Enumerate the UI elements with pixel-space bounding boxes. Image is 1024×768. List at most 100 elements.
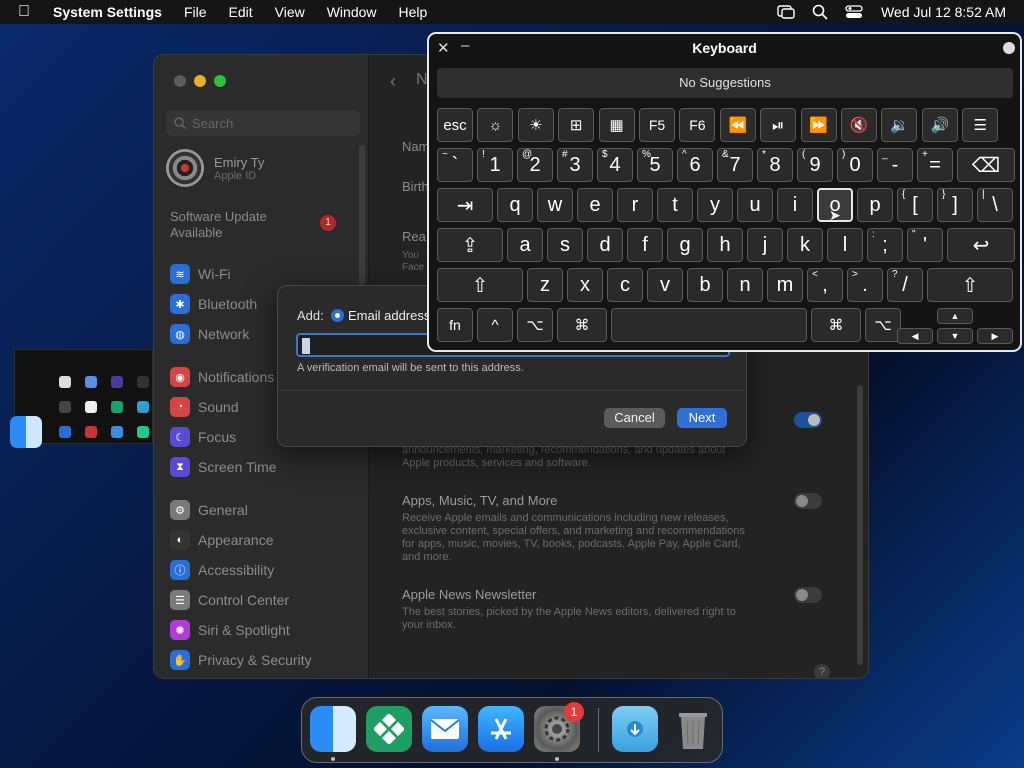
cancel-button[interactable]: Cancel bbox=[604, 408, 665, 428]
software-update-available[interactable]: Software Update Available bbox=[170, 209, 320, 241]
sidebar-item-wi-fi[interactable]: ≋ Wi-Fi bbox=[170, 262, 231, 286]
key-k67[interactable]: fn bbox=[437, 308, 473, 342]
key-k38[interactable]: p bbox=[857, 188, 893, 222]
sidebar-item-focus[interactable]: ☾ Focus bbox=[170, 425, 236, 449]
key-k10[interactable]: 🔇 bbox=[841, 108, 877, 142]
sidebar-search-input[interactable]: Search bbox=[166, 110, 360, 136]
key-k61[interactable]: n bbox=[727, 268, 763, 302]
menu-view[interactable]: View bbox=[264, 4, 316, 20]
key-k64[interactable]: >. bbox=[847, 268, 883, 302]
content-scrollbar[interactable] bbox=[857, 385, 863, 665]
zoom-window-button[interactable] bbox=[214, 75, 226, 87]
sidebar-item-accessibility[interactable]: ⓘ Accessibility bbox=[170, 558, 274, 582]
key-k2[interactable]: ☀ bbox=[517, 108, 554, 142]
key-k69[interactable]: ⌥ bbox=[517, 308, 553, 342]
app-menu[interactable]: System Settings bbox=[42, 4, 173, 20]
key-k71[interactable]: ⌘ bbox=[811, 308, 861, 342]
key-k68[interactable]: ^ bbox=[477, 308, 513, 342]
key-k3[interactable]: ⊞ bbox=[558, 108, 595, 142]
key-k5[interactable]: F5 bbox=[639, 108, 675, 142]
key-k56[interactable]: z bbox=[527, 268, 563, 302]
key-k45[interactable]: d bbox=[587, 228, 623, 262]
key-k16[interactable]: @2 bbox=[517, 148, 553, 182]
sidebar-item-siri-spotlight[interactable]: ✺ Siri & Spotlight bbox=[170, 618, 290, 642]
key-k53[interactable]: " ' bbox=[907, 228, 943, 262]
menubar-clock[interactable]: Wed Jul 12 8:52 AM bbox=[871, 4, 1024, 20]
close-window-button[interactable] bbox=[174, 75, 186, 87]
sidebar-item-screen-time[interactable]: ⧗ Screen Time bbox=[170, 455, 277, 479]
trash-dock-icon[interactable] bbox=[670, 706, 716, 752]
key-k22[interactable]: * 8 bbox=[757, 148, 793, 182]
key-k19[interactable]: % 5 bbox=[637, 148, 673, 182]
sidebar-item-bluetooth[interactable]: ✱ Bluetooth bbox=[170, 292, 257, 316]
key-k25[interactable]: _ - bbox=[877, 148, 913, 182]
key-k57[interactable]: x bbox=[567, 268, 603, 302]
key-k30[interactable]: w bbox=[537, 188, 573, 222]
key-k46[interactable]: f bbox=[627, 228, 663, 262]
spotlight-search-icon[interactable] bbox=[809, 4, 831, 20]
arrow-left-key[interactable]: ◀ bbox=[897, 328, 933, 344]
key-k66[interactable]: ⇧ bbox=[927, 268, 1013, 302]
key-k35[interactable]: u bbox=[737, 188, 773, 222]
sidebar-item-control-center[interactable]: ☰ Control Center bbox=[170, 588, 289, 612]
key-k8[interactable]: ⏯ bbox=[760, 108, 797, 142]
sidebar-item-privacy-security[interactable]: ✋ Privacy & Security bbox=[170, 648, 312, 672]
apple-menu-icon[interactable]:  bbox=[0, 3, 42, 21]
key-k52[interactable]: :; bbox=[867, 228, 903, 262]
email-address-radio-label[interactable]: Email address bbox=[348, 308, 430, 323]
key-k27[interactable]: ⌫ bbox=[957, 148, 1015, 182]
key-k41[interactable]: | \ bbox=[977, 188, 1013, 222]
key-k13[interactable]: ☰ bbox=[962, 108, 999, 142]
apple-news-newsletter-toggle[interactable] bbox=[794, 587, 822, 603]
more-options-icon[interactable] bbox=[1003, 42, 1015, 54]
apps-music-tv-toggle[interactable] bbox=[794, 493, 822, 509]
sidebar-scrollbar[interactable] bbox=[359, 145, 365, 285]
arrow-up-key[interactable]: ▲ bbox=[937, 308, 973, 324]
key-k62[interactable]: m bbox=[767, 268, 803, 302]
finder-dock-icon[interactable] bbox=[310, 706, 356, 752]
key-k0[interactable]: esc bbox=[437, 108, 473, 142]
sidebar-item-sound[interactable]: ◔ Sound bbox=[170, 395, 238, 419]
key-k20[interactable]: ^ 6 bbox=[677, 148, 713, 182]
sidebar-item-notifications[interactable]: ◉ Notifications bbox=[170, 365, 274, 389]
key-k55[interactable]: ⇧ bbox=[437, 268, 523, 302]
key-k7[interactable]: ⏪ bbox=[719, 108, 756, 142]
key-k26[interactable]: + = bbox=[917, 148, 953, 182]
finder-icon[interactable] bbox=[10, 416, 42, 448]
key-k17[interactable]: #3 bbox=[557, 148, 593, 182]
key-k31[interactable]: e bbox=[577, 188, 613, 222]
menu-window[interactable]: Window bbox=[316, 4, 388, 20]
key-k39[interactable]: {[ bbox=[897, 188, 933, 222]
key-k70[interactable]: ⌘ bbox=[557, 308, 607, 342]
key-k42[interactable]: ⇪ bbox=[437, 228, 503, 262]
key-k24[interactable]: ) 0 bbox=[837, 148, 873, 182]
key-k72[interactable]: ⌥ bbox=[865, 308, 901, 342]
help-button[interactable]: ? bbox=[814, 664, 830, 678]
back-chevron-icon[interactable]: ‹ bbox=[390, 71, 396, 92]
announcements-toggle[interactable] bbox=[794, 412, 822, 428]
key-k48[interactable]: h bbox=[707, 228, 743, 262]
sidebar-item-appearance[interactable]: ◐ Appearance bbox=[170, 528, 274, 552]
key-k15[interactable]: ! 1 bbox=[477, 148, 513, 182]
sidebar-item-network[interactable]: ◍ Network bbox=[170, 322, 249, 346]
menu-file[interactable]: File bbox=[173, 4, 218, 20]
control-center-icon[interactable] bbox=[843, 4, 865, 20]
key-k49[interactable]: j bbox=[747, 228, 783, 262]
mail-dock-icon[interactable] bbox=[422, 706, 468, 752]
downloads-folder-dock-icon[interactable] bbox=[612, 706, 658, 752]
key-k1[interactable]: ☼ bbox=[477, 108, 514, 142]
key-k60[interactable]: b bbox=[687, 268, 723, 302]
next-button[interactable]: Next bbox=[677, 408, 727, 428]
remote-desktop-dock-icon[interactable] bbox=[366, 706, 412, 752]
key-k50[interactable]: k bbox=[787, 228, 823, 262]
key-k28[interactable]: ⇥ bbox=[437, 188, 493, 222]
screen-mirroring-icon[interactable] bbox=[775, 4, 797, 20]
menu-edit[interactable]: Edit bbox=[218, 4, 264, 20]
sidebar-item-general[interactable]: ⚙ General bbox=[170, 498, 248, 522]
apple-id-account[interactable]: Emiry Ty Apple ID bbox=[166, 147, 344, 189]
key-k21[interactable]: & 7 bbox=[717, 148, 753, 182]
app-store-dock-icon[interactable] bbox=[478, 706, 524, 752]
key-k44[interactable]: s bbox=[547, 228, 583, 262]
key-space[interactable] bbox=[611, 308, 807, 342]
key-k54[interactable]: ↩ bbox=[947, 228, 1015, 262]
